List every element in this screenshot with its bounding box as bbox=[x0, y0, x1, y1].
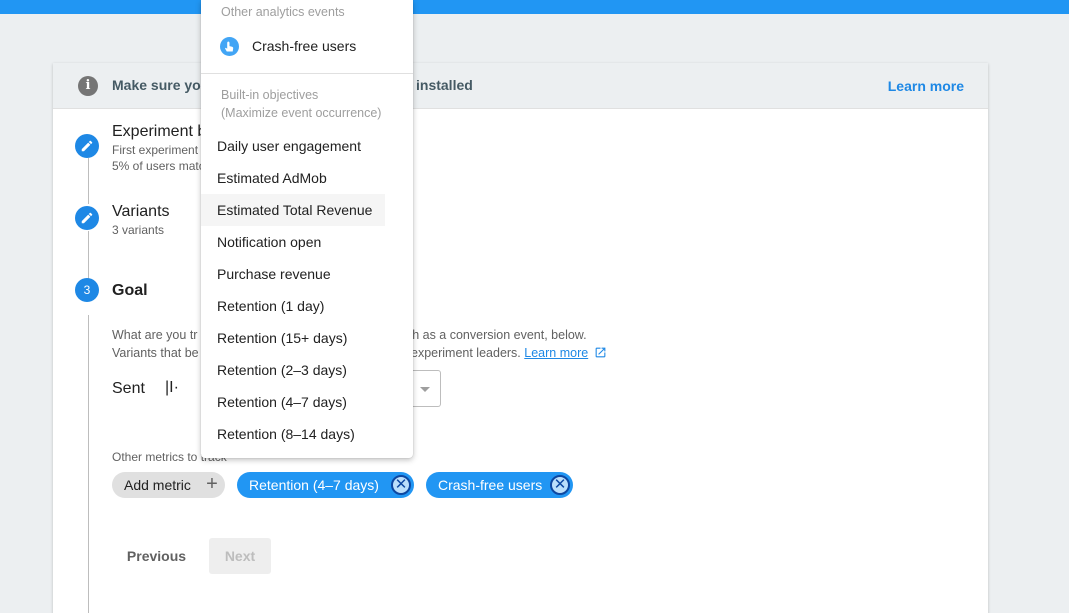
pencil-icon bbox=[81, 212, 93, 224]
menu-item-label: Crash-free users bbox=[252, 38, 357, 54]
goal-description-line1-end: uch as a conversion event, below. bbox=[399, 328, 587, 342]
menu-item[interactable]: Estimated AdMob Revenue bbox=[201, 162, 385, 218]
add-metric-button[interactable]: Add metric + bbox=[112, 472, 225, 498]
menu-item[interactable]: Retention (4–7 days) bbox=[201, 386, 385, 418]
step-title-experiment-basics: Experiment b bbox=[112, 123, 207, 140]
next-button[interactable]: Next bbox=[209, 538, 271, 574]
goal-learn-more-link[interactable]: Learn more bbox=[524, 346, 588, 360]
menu-item-highlighted[interactable]: Estimated Total Revenue bbox=[201, 194, 385, 226]
pencil-icon bbox=[81, 140, 93, 152]
menu-item[interactable]: Retention (15+ days) bbox=[201, 322, 385, 354]
goal-description-line2: Variants that be bbox=[112, 346, 199, 360]
step-edit-variants[interactable] bbox=[75, 206, 99, 230]
menu-group-header: Other analytics events bbox=[221, 5, 345, 19]
step-edit-experiment-basics[interactable] bbox=[75, 134, 99, 158]
sdk-info-banner: i Make sure you K installed Learn more bbox=[53, 63, 988, 109]
close-icon[interactable]: ✕ bbox=[391, 475, 411, 495]
step-subtitle: 3 variants bbox=[112, 223, 165, 237]
previous-button[interactable]: Previous bbox=[114, 538, 199, 574]
metric-chip-label: Retention (4–7 days) bbox=[249, 477, 379, 493]
metric-chip-label: Crash-free users bbox=[438, 477, 543, 493]
menu-item[interactable]: Purchase revenue bbox=[201, 258, 385, 290]
menu-item[interactable]: Daily user engagement bbox=[201, 130, 385, 162]
step-title-variants: Variants bbox=[112, 203, 170, 220]
add-metric-label: Add metric bbox=[124, 477, 191, 493]
step-title-goal: Goal bbox=[112, 282, 148, 299]
menu-item-crash-free-users[interactable]: Crash-free users bbox=[201, 30, 413, 62]
plus-icon: + bbox=[206, 473, 218, 495]
menu-group-subheader: (Maximize event occurrence) bbox=[221, 106, 382, 120]
chevron-down-icon bbox=[420, 387, 430, 392]
step-subtitle: First experiment bbox=[112, 143, 199, 157]
goal-description-text: experiment leaders. bbox=[411, 346, 521, 360]
crashlytics-icon bbox=[220, 37, 239, 56]
goal-description-line2-end: experiment leaders. Learn more bbox=[411, 346, 607, 360]
external-link-icon[interactable] bbox=[594, 346, 607, 359]
menu-item[interactable]: Retention (1 day) bbox=[201, 290, 385, 322]
info-icon: i bbox=[78, 76, 98, 96]
menu-item[interactable]: Retention (8–14 days) bbox=[201, 418, 385, 450]
goal-metric-dropdown-menu: Other analytics events Crash-free users … bbox=[201, 0, 413, 458]
menu-item[interactable]: Notification open bbox=[201, 226, 385, 258]
stepper-connector bbox=[88, 315, 89, 613]
metric-chip-retention-4-7: Retention (4–7 days) ✕ bbox=[237, 472, 414, 498]
goal-description-line1: What are you tr bbox=[112, 328, 198, 342]
experiment-card: i Make sure you K installed Learn more E… bbox=[53, 63, 988, 613]
close-icon[interactable]: ✕ bbox=[550, 475, 570, 495]
text-cursor-icon: |I· bbox=[165, 379, 179, 396]
stepper-connector bbox=[88, 158, 89, 204]
step-subtitle: 5% of users matc bbox=[112, 159, 205, 173]
menu-item[interactable]: Retention (2–3 days) bbox=[201, 354, 385, 386]
step-number-goal: 3 bbox=[75, 278, 99, 302]
menu-group-header: Built-in objectives bbox=[221, 88, 319, 102]
top-app-bar bbox=[0, 0, 1069, 14]
menu-divider bbox=[201, 73, 413, 74]
metric-chip-crash-free: Crash-free users ✕ bbox=[426, 472, 573, 498]
banner-learn-more-link[interactable]: Learn more bbox=[888, 78, 964, 94]
banner-message-start: Make sure you bbox=[112, 77, 210, 93]
goal-metric-label: Sent bbox=[112, 380, 145, 397]
